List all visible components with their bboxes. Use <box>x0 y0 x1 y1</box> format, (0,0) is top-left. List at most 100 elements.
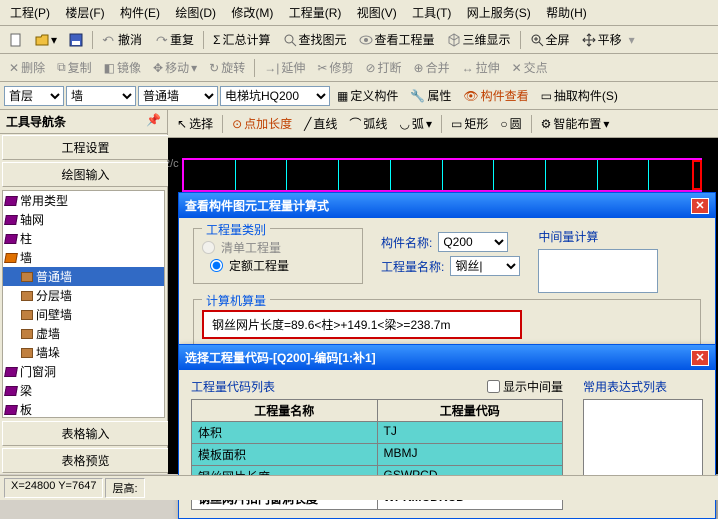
menu-tools[interactable]: 工具(T) <box>406 2 457 23</box>
close-icon[interactable]: ✕ <box>691 350 709 366</box>
save-button[interactable] <box>64 30 88 50</box>
menu-online[interactable]: 网上服务(S) <box>461 2 537 23</box>
tree-item[interactable]: 门窗洞 <box>3 362 164 381</box>
close-icon[interactable]: ✕ <box>691 198 709 214</box>
intersect-button[interactable]: ✕ 交点 <box>507 56 553 79</box>
menu-modify[interactable]: 修改(M) <box>225 2 279 23</box>
menubar: 工程(P) 楼层(F) 构件(E) 绘图(D) 修改(M) 工程量(R) 视图(… <box>0 0 718 26</box>
wall-icon <box>21 329 33 339</box>
move-button[interactable]: ✥ 移动▾ <box>148 56 202 79</box>
component-tree[interactable]: 常用类型轴网柱墙普通墙分层墙间壁墙虚墙墙垛门窗洞梁板楼梯装修其它构件 <box>2 190 165 418</box>
sidebar-btn-draw[interactable]: 绘图输入 <box>2 162 169 187</box>
category-combo[interactable]: 墙 <box>66 86 136 106</box>
pan-button[interactable]: 平移 <box>577 28 627 51</box>
tree-item[interactable]: 虚墙 <box>3 324 164 343</box>
tree-item[interactable]: 轴网 <box>3 210 164 229</box>
new-button[interactable] <box>4 30 28 50</box>
rect-button[interactable]: ▭ 矩形 <box>446 112 493 135</box>
code-dialog-title[interactable]: 选择工程量代码-[Q200]-编码[1:补1] ✕ <box>179 345 715 370</box>
addlen-button[interactable]: ⊙ 点加长度 <box>227 112 297 135</box>
arcline-button[interactable]: ⌒ 弧线 <box>344 112 392 135</box>
book-icon <box>4 405 18 415</box>
status-height: 层高: <box>105 478 144 498</box>
line-button[interactable]: ╱ 直线 <box>299 112 342 135</box>
menu-floor[interactable]: 楼层(F) <box>59 2 110 23</box>
computer-calc-group: 计算机算量 钢丝网片长度=89.6<柱>+149.1<梁>=238.7m <box>193 299 701 348</box>
fullscreen-icon <box>530 33 544 47</box>
viewcomp-button[interactable]: 👁 构件查看 <box>458 84 533 107</box>
menu-quantity[interactable]: 工程量(R) <box>283 2 348 23</box>
calc-dialog-title[interactable]: 查看构件图元工程量计算式 ✕ <box>179 193 715 218</box>
break-button[interactable]: ⊘ 打断 <box>360 56 406 79</box>
table-row[interactable]: 模板面积MBMJ <box>191 444 563 466</box>
type-combo[interactable]: 普通墙 <box>138 86 218 106</box>
compname-combo[interactable]: Q200 <box>438 232 508 252</box>
fullscreen-button[interactable]: 全屏 <box>525 28 575 51</box>
showmid-checkbox[interactable]: 显示中间量 <box>487 378 563 395</box>
radio-list[interactable]: 清单工程量 <box>202 239 281 256</box>
radio-quota[interactable]: 定额工程量 <box>210 257 289 274</box>
viewqty-button[interactable]: 查看工程量 <box>354 28 440 51</box>
extend-button[interactable]: →| 延伸 <box>259 56 310 79</box>
copy-button[interactable]: ⧉ 复制 <box>52 56 97 79</box>
sidebar-btn-settings[interactable]: 工程设置 <box>2 135 169 160</box>
rotate-button[interactable]: ↻ 旋转 <box>204 56 250 79</box>
select-button[interactable]: ↖ 选择 <box>172 112 218 135</box>
threed-button[interactable]: 三维显示 <box>442 28 516 51</box>
tree-item-label: 板 <box>20 401 32 418</box>
mirror-button[interactable]: ◧ 镜像 <box>99 56 146 79</box>
book-icon <box>4 234 18 244</box>
circle-button[interactable]: ○ 圆 <box>495 112 526 135</box>
sumcalc-button[interactable]: Σ 汇总计算 <box>208 28 275 51</box>
defcomp-button[interactable]: ▦ 定义构件 <box>332 84 403 107</box>
undo-button[interactable]: 撤消 <box>97 28 147 51</box>
arc-button[interactable]: ◡ 弧▾ <box>394 112 437 135</box>
attr-button[interactable]: 🔧 属性 <box>405 84 456 107</box>
menu-draw[interactable]: 绘图(D) <box>169 2 222 23</box>
open-button[interactable]: ▾ <box>30 30 62 50</box>
save-icon <box>69 33 83 47</box>
findelem-button[interactable]: 查找图元 <box>278 28 352 51</box>
menu-view[interactable]: 视图(V) <box>351 2 403 23</box>
tree-item[interactable]: 梁 <box>3 381 164 400</box>
tree-item[interactable]: 常用类型 <box>3 191 164 210</box>
table-row[interactable]: 体积TJ <box>191 422 563 444</box>
intermediate-label: 中间量计算 <box>538 228 658 245</box>
tree-item[interactable]: 间壁墙 <box>3 305 164 324</box>
tree-item-label: 普通墙 <box>36 268 72 285</box>
smartlayout-button[interactable]: ⚙ 智能布置▾ <box>536 112 615 135</box>
tree-item[interactable]: 分层墙 <box>3 286 164 305</box>
expr-listbox[interactable] <box>583 399 703 487</box>
intermediate-box[interactable] <box>538 249 658 293</box>
tree-item[interactable]: 墙 <box>3 248 164 267</box>
tree-item[interactable]: 墙垛 <box>3 343 164 362</box>
merge-button[interactable]: ⊕ 合并 <box>409 56 455 79</box>
trim-button[interactable]: ✂ 修剪 <box>312 56 358 79</box>
separator <box>92 31 93 49</box>
qtyname-combo[interactable]: 钢丝| <box>450 256 520 276</box>
wall-element[interactable] <box>182 158 702 192</box>
pin-icon[interactable]: 📌 <box>146 113 161 130</box>
sidebar-btn-table[interactable]: 表格输入 <box>2 421 169 446</box>
redo-button[interactable]: 重复 <box>149 28 199 51</box>
floor-combo[interactable]: 首层 <box>4 86 64 106</box>
tree-item[interactable]: 柱 <box>3 229 164 248</box>
book-icon <box>4 367 18 377</box>
calc-dialog: 查看构件图元工程量计算式 ✕ 工程量类别 清单工程量 定额工程量 构件名称: Q… <box>178 192 716 367</box>
tree-item-label: 柱 <box>20 230 32 247</box>
pickcomp-button[interactable]: ▭ 抽取构件(S) <box>536 84 623 107</box>
sidebar-btn-preview[interactable]: 表格预览 <box>2 448 169 473</box>
menu-help[interactable]: 帮助(H) <box>540 2 593 23</box>
component-combo[interactable]: 电梯坑HQ200 <box>220 86 330 106</box>
stretch-button[interactable]: ↔ 拉伸 <box>457 56 505 79</box>
tree-item-label: 墙垛 <box>36 344 60 361</box>
wall-icon <box>21 348 33 358</box>
tree-item[interactable]: 板 <box>3 400 164 418</box>
computer-calc-legend: 计算机算量 <box>202 292 270 309</box>
wall-icon <box>21 291 33 301</box>
delete-button[interactable]: ✕ 删除 <box>4 56 50 79</box>
menu-project[interactable]: 工程(P) <box>4 2 56 23</box>
tree-item[interactable]: 普通墙 <box>3 267 164 286</box>
menu-component[interactable]: 构件(E) <box>114 2 166 23</box>
open-icon <box>35 33 49 47</box>
